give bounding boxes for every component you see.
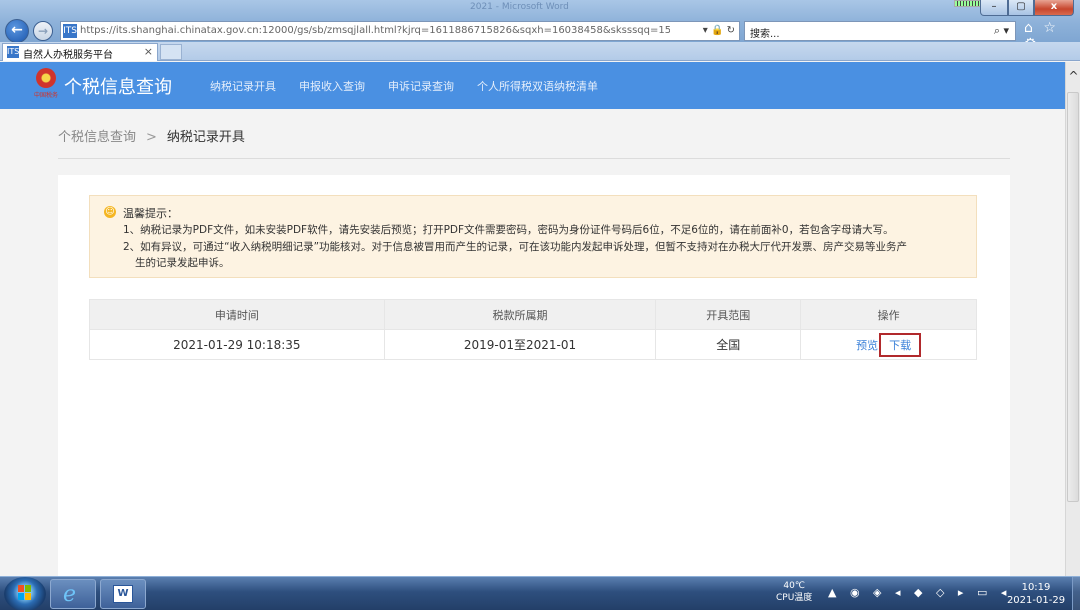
search-box[interactable]: 搜索... ⌕ ▾ xyxy=(744,21,1016,41)
breadcrumb-current: 纳税记录开具 xyxy=(166,130,245,145)
taskbar-word-button[interactable]: W xyxy=(100,579,146,609)
table-row: 2021-01-29 10:18:35 2019-01至2021-01 全国 预… xyxy=(89,329,977,360)
scroll-up-icon[interactable]: ^ xyxy=(1066,62,1080,92)
page-scrollbar[interactable]: ^ xyxy=(1065,62,1080,576)
cpu-temperature: 40℃ CPU温度 xyxy=(776,580,812,604)
window-controls: – ▢ x xyxy=(980,0,1074,16)
cell-scope: 全国 xyxy=(655,329,802,360)
header-tax-period: 税款所属期 xyxy=(383,299,657,330)
search-icon[interactable]: ⌕ ▾ xyxy=(994,24,1009,38)
nav-item-tax-record[interactable]: 纳税记录开具 xyxy=(210,78,276,94)
taskbar-clock[interactable]: 10:19 2021-01-29 xyxy=(1006,581,1066,607)
notice-line-1: 1、纳税记录为PDF文件，如未安装PDF软件，请先安装后预览；打开PDF文件需要… xyxy=(123,224,894,236)
ie-icon: e xyxy=(63,582,77,607)
minimize-button[interactable]: – xyxy=(980,0,1008,16)
clock-date: 2021-01-29 xyxy=(1006,595,1066,606)
new-tab-button[interactable] xyxy=(160,44,182,60)
browser-titlebar: 2021 - Microsoft Word – ▢ x ← → ITS http… xyxy=(0,0,1080,52)
forward-button[interactable]: → xyxy=(33,21,53,41)
clock-time: 10:19 xyxy=(1021,582,1051,593)
tab-title: 自然人办税服务平台 xyxy=(23,50,113,61)
cell-apply-time: 2021-01-29 10:18:35 xyxy=(89,329,385,360)
cell-tax-period: 2019-01至2021-01 xyxy=(383,329,657,360)
search-input[interactable]: 搜索... xyxy=(750,25,780,40)
address-tools-icons[interactable]: ▾ 🔒 ↻ xyxy=(703,25,735,36)
windows-taskbar: e W 40℃ CPU温度 ▲ ◉ ◈ ◂ ◆ ◇ ▸ ▭ ◂ 10:19 20… xyxy=(0,576,1080,610)
taskbar-ie-button[interactable]: e xyxy=(50,579,96,609)
system-tray-icons[interactable]: ▲ ◉ ◈ ◂ ◆ ◇ ▸ ▭ ◂ xyxy=(828,586,1011,599)
table-header-row: 申请时间 税款所属期 开具范围 操作 xyxy=(89,299,977,330)
tax-emblem-logo: 中国税务 xyxy=(34,68,58,102)
download-link[interactable]: 下载 xyxy=(879,332,922,357)
nav-item-appeal-query[interactable]: 申诉记录查询 xyxy=(388,78,454,94)
notice-line-3: 生的记录发起申诉。 xyxy=(135,257,230,269)
nav-item-bilingual-list[interactable]: 个人所得税双语纳税清单 xyxy=(477,78,598,94)
header-apply-time: 申请时间 xyxy=(89,299,385,330)
main-nav: 纳税记录开具 申报收入查询 申诉记录查询 个人所得税双语纳税清单 xyxy=(210,78,598,94)
show-desktop-button[interactable] xyxy=(1072,577,1080,610)
notice-box: ☺ 温馨提示： 1、纳税记录为PDF文件，如未安装PDF软件，请先安装后预览；打… xyxy=(89,195,977,278)
start-button[interactable] xyxy=(4,577,46,610)
breadcrumb: 个税信息查询 > 纳税记录开具 xyxy=(58,126,245,145)
windows-logo-icon xyxy=(18,585,32,601)
close-window-button[interactable]: x xyxy=(1034,0,1074,16)
preview-link[interactable]: 预览 xyxy=(856,339,878,352)
address-bar[interactable]: ITS https://its.shanghai.chinatax.gov.cn… xyxy=(60,21,740,41)
browser-tab[interactable]: ITS 自然人办税服务平台 × xyxy=(2,43,158,61)
tab-row: ITS 自然人办税服务平台 × xyxy=(0,42,1080,61)
word-icon: W xyxy=(113,585,133,603)
page-content: 中国税务 个税信息查询 纳税记录开具 申报收入查询 申诉记录查询 个人所得税双语… xyxy=(0,62,1065,576)
cpu-temp-label: CPU温度 xyxy=(776,593,813,603)
cell-actions: 预览 下载 xyxy=(800,329,977,360)
tab-close-icon[interactable]: × xyxy=(144,45,153,58)
tab-favicon-icon: ITS xyxy=(7,46,20,58)
header-actions: 操作 xyxy=(800,299,977,330)
breadcrumb-separator-icon: > xyxy=(146,130,157,145)
site-header: 中国税务 个税信息查询 纳税记录开具 申报收入查询 申诉记录查询 个人所得税双语… xyxy=(0,62,1065,109)
nav-item-income-query[interactable]: 申报收入查询 xyxy=(299,78,365,94)
address-url[interactable]: https://its.shanghai.chinatax.gov.cn:120… xyxy=(80,25,670,36)
window-title: 2021 - Microsoft Word xyxy=(470,2,569,12)
content-card: ☺ 温馨提示： 1、纳税记录为PDF文件，如未安装PDF软件，请先安装后预览；打… xyxy=(58,175,1010,576)
records-table: 申请时间 税款所属期 开具范围 操作 2021-01-29 10:18:35 2… xyxy=(89,299,977,360)
scroll-thumb[interactable] xyxy=(1067,92,1079,502)
header-scope: 开具范围 xyxy=(655,299,802,330)
smile-icon: ☺ xyxy=(104,206,116,218)
breadcrumb-parent[interactable]: 个税信息查询 xyxy=(58,130,136,145)
cpu-temp-value: 40℃ xyxy=(783,581,805,591)
notice-title: 温馨提示： xyxy=(123,207,178,220)
site-favicon-icon: ITS xyxy=(63,24,77,38)
logo-subtext: 中国税务 xyxy=(34,92,59,99)
divider xyxy=(58,158,1010,159)
site-title[interactable]: 个税信息查询 xyxy=(64,73,172,99)
back-button[interactable]: ← xyxy=(5,19,29,43)
notice-line-2: 2、如有异议，可通过“收入纳税明细记录”功能核对。对于信息被冒用而产生的记录，可… xyxy=(123,241,908,253)
maximize-button[interactable]: ▢ xyxy=(1008,0,1034,16)
